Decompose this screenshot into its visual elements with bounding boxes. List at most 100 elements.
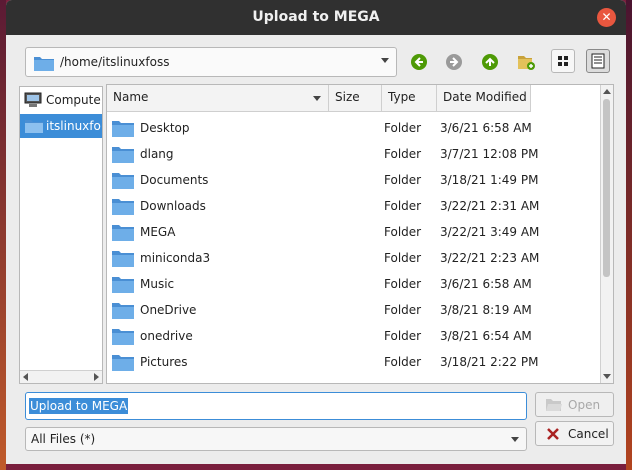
cancel-icon	[545, 426, 561, 445]
open-folder-icon	[545, 397, 563, 416]
file-type: Folder	[384, 303, 422, 317]
file-date-modified: 3/6/21 6:58 AM	[440, 277, 532, 291]
folder-icon	[111, 222, 135, 245]
file-name: Documents	[140, 173, 209, 187]
file-list-vertical-scrollbar[interactable]	[600, 85, 613, 383]
column-header-label: Type	[388, 90, 416, 104]
scrollbar-thumb[interactable]	[603, 99, 610, 277]
new-folder-icon	[518, 56, 535, 70]
forward-button[interactable]	[443, 51, 465, 73]
folder-icon	[111, 248, 135, 271]
file-row[interactable]: Pictures Folder 3/18/21 2:22 PM	[107, 349, 601, 375]
list-view-button[interactable]	[586, 49, 610, 73]
window-title: Upload to MEGA	[252, 9, 380, 25]
back-button[interactable]	[408, 51, 430, 73]
new-folder-button[interactable]	[515, 51, 537, 73]
up-button[interactable]	[479, 51, 501, 73]
column-header-size[interactable]: Size	[329, 85, 382, 111]
file-date-modified: 3/22/21 2:23 AM	[440, 251, 540, 265]
file-list: Name Size Type Date Modified Desktop Fold…	[106, 84, 614, 384]
file-row[interactable]: OneDrive Folder 3/8/21 8:19 AM	[107, 297, 601, 323]
file-row[interactable]: Desktop Folder 3/6/21 6:58 AM	[107, 115, 601, 141]
file-row[interactable]: dlang Folder 3/7/21 12:08 PM	[107, 141, 601, 167]
folder-icon	[111, 274, 135, 297]
column-header-label: Name	[113, 90, 149, 104]
sort-descending-icon	[313, 96, 321, 101]
place-item-home[interactable]: itslinuxfoss	[20, 114, 102, 138]
file-list-header: Name Size Type Date Modified	[107, 85, 531, 112]
back-icon	[411, 54, 427, 70]
file-row[interactable]: onedrive Folder 3/8/21 6:54 AM	[107, 323, 601, 349]
forward-icon	[446, 54, 462, 70]
scroll-right-icon[interactable]	[94, 373, 99, 381]
file-row[interactable]: miniconda3 Folder 3/22/21 2:23 AM	[107, 245, 601, 271]
location-path: /home/itslinuxfoss	[60, 55, 170, 69]
file-type: Folder	[384, 251, 422, 265]
file-type: Folder	[384, 173, 422, 187]
scroll-down-icon[interactable]	[603, 374, 611, 379]
file-row[interactable]: MEGA Folder 3/22/21 3:49 AM	[107, 219, 601, 245]
file-type: Folder	[384, 121, 422, 135]
file-type-filter[interactable]: All Files (*)	[25, 427, 527, 451]
location-combo[interactable]: /home/itslinuxfoss	[25, 47, 397, 77]
file-type: Folder	[384, 329, 422, 343]
file-date-modified: 3/7/21 12:08 PM	[440, 147, 539, 161]
file-name: OneDrive	[140, 303, 197, 317]
chevron-down-icon[interactable]	[381, 58, 389, 63]
cancel-button[interactable]: Cancel	[535, 421, 614, 446]
column-header-label: Size	[335, 90, 360, 104]
file-row[interactable]: Downloads Folder 3/22/21 2:31 AM	[107, 193, 601, 219]
folder-icon	[33, 54, 55, 75]
file-date-modified: 3/6/21 6:58 AM	[440, 121, 532, 135]
file-name: miniconda3	[140, 251, 211, 265]
up-icon	[482, 54, 498, 70]
open-button[interactable]: Open	[535, 392, 614, 417]
close-button[interactable]: ✕	[597, 8, 616, 27]
folder-icon	[111, 300, 135, 323]
place-label: itslinuxfoss	[46, 119, 101, 133]
file-name: Pictures	[140, 355, 188, 369]
file-type: Folder	[384, 225, 422, 239]
place-item-computer[interactable]: Computer	[20, 88, 102, 112]
file-date-modified: 3/8/21 8:19 AM	[440, 303, 532, 317]
list-view-icon	[591, 53, 605, 69]
place-label: Computer	[46, 93, 101, 107]
close-icon: ✕	[601, 10, 612, 24]
column-header-name[interactable]: Name	[107, 85, 329, 111]
file-type: Folder	[384, 355, 422, 369]
sidebar-horizontal-scrollbar[interactable]	[20, 370, 102, 383]
folder-icon	[111, 144, 135, 167]
filename-value: Upload to MEGA	[29, 398, 129, 414]
scroll-up-icon[interactable]	[603, 89, 611, 94]
scroll-left-icon[interactable]	[23, 373, 28, 381]
file-date-modified: 3/18/21 1:49 PM	[440, 173, 539, 187]
chevron-down-icon	[511, 437, 519, 442]
icon-view-button[interactable]	[551, 49, 575, 73]
column-header-date-modified[interactable]: Date Modified	[437, 85, 531, 111]
file-name: Desktop	[140, 121, 190, 135]
file-type: Folder	[384, 147, 422, 161]
folder-icon	[24, 118, 44, 137]
file-name: Downloads	[140, 199, 206, 213]
computer-icon	[24, 92, 42, 111]
file-type: Folder	[384, 277, 422, 291]
folder-icon	[111, 170, 135, 193]
desktop-background-right	[626, 0, 632, 470]
file-row[interactable]: Documents Folder 3/18/21 1:49 PM	[107, 167, 601, 193]
folder-icon	[111, 326, 135, 349]
file-date-modified: 3/22/21 3:49 AM	[440, 225, 540, 239]
filter-selected-value: All Files (*)	[31, 432, 96, 446]
file-date-modified: 3/8/21 6:54 AM	[440, 329, 532, 343]
places-sidebar: Computer itslinuxfoss	[19, 86, 103, 384]
folder-icon	[111, 118, 135, 141]
file-row[interactable]: Music Folder 3/6/21 6:58 AM	[107, 271, 601, 297]
folder-icon	[111, 196, 135, 219]
open-button-label: Open	[568, 398, 601, 412]
icon-view-icon	[558, 56, 568, 66]
folder-icon	[111, 352, 135, 375]
filename-input[interactable]: Upload to MEGA	[25, 392, 527, 420]
file-name: dlang	[140, 147, 174, 161]
file-date-modified: 3/22/21 2:31 AM	[440, 199, 540, 213]
file-dialog: Upload to MEGA ✕ /home/itslinuxfoss Comp…	[6, 0, 626, 464]
column-header-type[interactable]: Type	[382, 85, 437, 111]
